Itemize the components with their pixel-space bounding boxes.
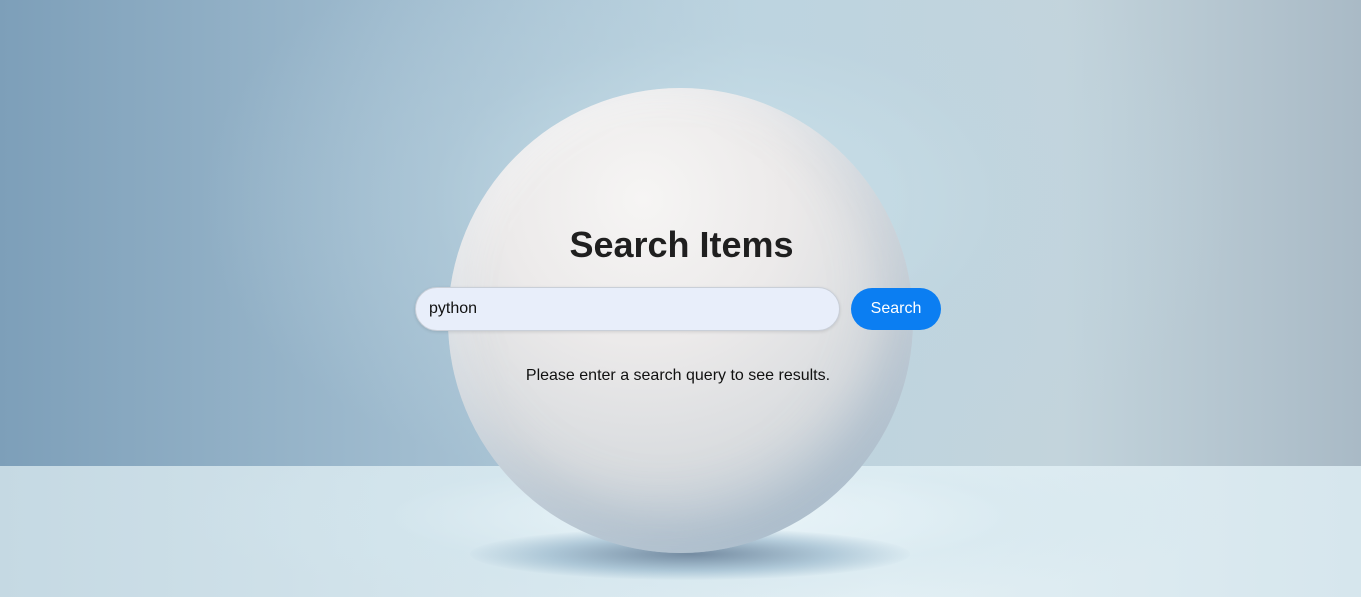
status-message: Please enter a search query to see resul… [525, 367, 831, 384]
search-button[interactable]: Search [851, 288, 941, 330]
search-input[interactable] [415, 287, 840, 331]
page-title: Search Items [569, 224, 794, 265]
page-background: Search Items Search Please enter a searc… [0, 0, 1361, 597]
